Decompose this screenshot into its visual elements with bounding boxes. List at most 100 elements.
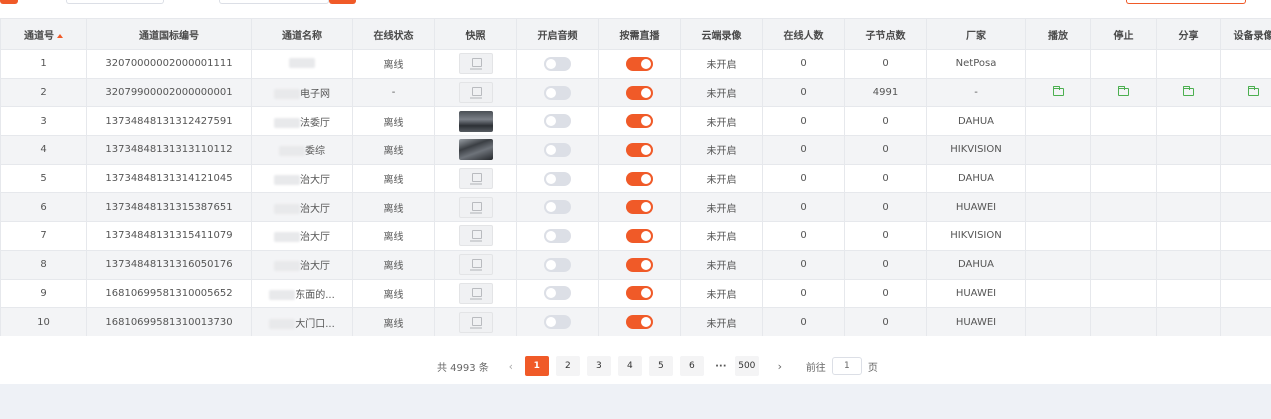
on-demand-live-toggle[interactable] <box>626 171 653 186</box>
device-recording-cell <box>1220 135 1271 165</box>
snapshot-thumbnail[interactable] <box>458 254 493 276</box>
prev-page-button[interactable]: ‹ <box>501 360 521 373</box>
vendor: DAHUA <box>926 106 1026 137</box>
page-6[interactable]: 6 <box>679 356 704 376</box>
folder-icon[interactable] <box>1118 86 1129 97</box>
online-count: 0 <box>762 135 845 165</box>
redacted-mask <box>269 318 296 329</box>
audio-cell <box>516 49 599 79</box>
channel-name: 东面的... <box>251 278 353 309</box>
on-demand-live-toggle[interactable] <box>626 228 653 243</box>
snapshot-thumbnail[interactable] <box>458 139 493 161</box>
stop-cell <box>1090 135 1157 165</box>
sort-asc-icon[interactable] <box>57 33 63 38</box>
folder-icon[interactable] <box>1248 86 1259 97</box>
gb-code: 13734848131315411079 <box>86 221 252 251</box>
on-demand-live-toggle[interactable] <box>626 315 653 330</box>
audio-toggle[interactable] <box>544 56 571 71</box>
search-button[interactable] <box>329 0 356 4</box>
stop-cell <box>1090 77 1157 108</box>
online-status: 离线 <box>352 163 435 194</box>
stop-cell <box>1090 192 1157 223</box>
audio-toggle[interactable] <box>544 142 571 157</box>
stop-cell <box>1090 163 1157 194</box>
redacted-mask <box>289 58 315 69</box>
snapshot-thumbnail[interactable] <box>458 225 493 247</box>
device-recording-cell <box>1220 106 1271 137</box>
on-demand-live-toggle[interactable] <box>626 257 653 272</box>
table-row: 10 16810699581310013730 大门口... 离线 未开启 0 0 HUAWE… <box>0 307 1271 336</box>
redacted-mask <box>274 175 300 186</box>
page-3[interactable]: 3 <box>586 356 611 376</box>
child-count: 0 <box>844 49 927 79</box>
snapshot-thumbnail[interactable] <box>458 110 493 132</box>
snapshot-thumbnail[interactable] <box>458 196 493 218</box>
channel-no: 7 <box>0 221 87 251</box>
page-last[interactable]: 500 <box>734 356 759 376</box>
audio-toggle[interactable] <box>544 114 571 129</box>
col-header-cloud-recording: 云端录像 <box>680 18 763 50</box>
page-5[interactable]: 5 <box>648 356 673 376</box>
audio-cell <box>516 278 599 309</box>
gb-code: 16810699581310013730 <box>86 307 252 336</box>
page-1[interactable]: 1 <box>524 356 549 376</box>
table-row: 9 16810699581310005652 东面的... 离线 未开启 0 0 HUAWEI <box>0 278 1271 309</box>
vendor: HUAWEI <box>926 192 1026 223</box>
share-cell <box>1156 135 1221 165</box>
audio-toggle[interactable] <box>544 257 571 272</box>
channel-name: 法委厅 <box>251 106 353 137</box>
right-filter-input[interactable] <box>1126 0 1246 4</box>
on-demand-live-toggle[interactable] <box>626 200 653 215</box>
audio-toggle[interactable] <box>544 315 571 330</box>
online-count: 0 <box>762 106 845 137</box>
vendor: - <box>926 77 1026 108</box>
more-pages-button[interactable]: ··· <box>711 361 731 372</box>
channel-name: 治大厅 <box>251 249 353 280</box>
audio-cell <box>516 249 599 280</box>
channel-name: 大门口... <box>251 307 353 336</box>
cloud-recording: 未开启 <box>680 249 763 280</box>
audio-toggle[interactable] <box>544 171 571 186</box>
cloud-recording: 未开启 <box>680 135 763 165</box>
snapshot-thumbnail[interactable] <box>458 311 493 333</box>
toolbar-button-left[interactable] <box>0 0 18 4</box>
audio-toggle[interactable] <box>544 200 571 215</box>
redacted-mask <box>274 232 300 243</box>
audio-toggle[interactable] <box>544 228 571 243</box>
on-demand-live-toggle[interactable] <box>626 85 653 100</box>
snapshot-thumbnail[interactable] <box>458 168 493 190</box>
snapshot-thumbnail[interactable] <box>458 282 493 304</box>
vendor: HIKVISION <box>926 135 1026 165</box>
on-demand-live-toggle[interactable] <box>626 56 653 71</box>
goto-page-input[interactable]: 1 <box>831 357 862 375</box>
folder-icon[interactable] <box>1052 86 1064 97</box>
table-row: 8 13734848131316050176 治大厅 离线 未开启 0 0 DAHUA <box>0 249 1271 280</box>
next-page-button[interactable]: › <box>770 360 790 373</box>
channel-name: 治大厅 <box>251 163 353 194</box>
filter-input-1[interactable] <box>66 0 164 4</box>
child-count: 0 <box>844 278 927 309</box>
filter-input-2[interactable] <box>219 0 329 4</box>
online-count: 0 <box>762 249 845 280</box>
table-row: 6 13734848131315387651 治大厅 离线 未开启 0 0 HUAWEI <box>0 192 1271 223</box>
audio-toggle[interactable] <box>544 85 571 100</box>
col-header-snapshot: 快照 <box>434 18 517 50</box>
page-4[interactable]: 4 <box>617 356 642 376</box>
live-cell <box>598 192 681 223</box>
col-header-channel-name: 通道名称 <box>251 18 353 50</box>
on-demand-live-toggle[interactable] <box>626 114 653 129</box>
snapshot-thumbnail[interactable] <box>458 53 493 75</box>
device-recording-cell <box>1220 221 1271 251</box>
top-toolbar <box>0 0 1271 18</box>
snapshot-thumbnail[interactable] <box>458 82 493 104</box>
snapshot-cell <box>434 192 517 223</box>
play-cell <box>1025 106 1091 137</box>
page-2[interactable]: 2 <box>555 356 580 376</box>
col-header-channel-no[interactable]: 通道号 <box>0 18 87 50</box>
audio-toggle[interactable] <box>544 286 571 301</box>
cloud-recording: 未开启 <box>680 77 763 108</box>
on-demand-live-toggle[interactable] <box>626 286 653 301</box>
on-demand-live-toggle[interactable] <box>626 142 653 157</box>
child-count: 0 <box>844 135 927 165</box>
folder-icon[interactable] <box>1183 86 1194 97</box>
